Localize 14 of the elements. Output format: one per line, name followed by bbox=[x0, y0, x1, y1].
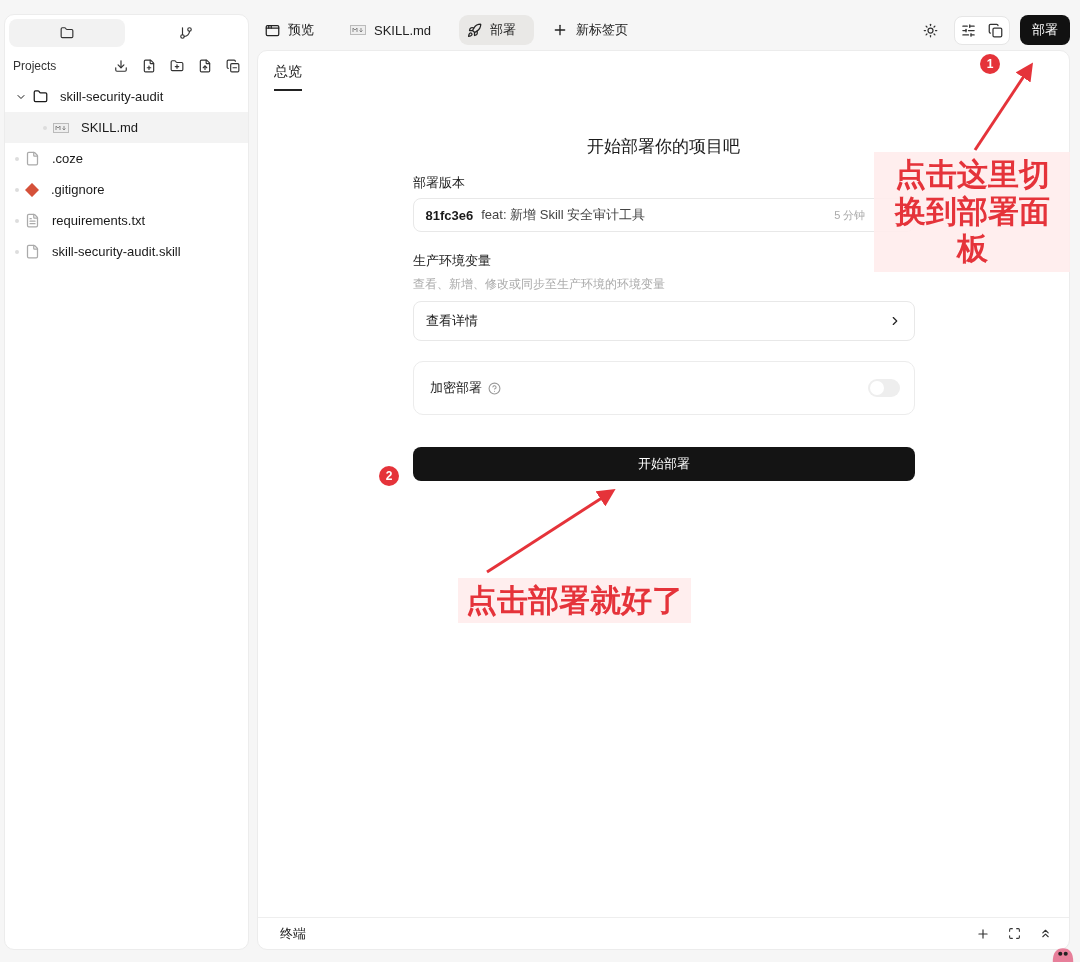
projects-title: Projects bbox=[13, 59, 58, 73]
annotation-tooltip: 点击这里切换到部署面板 bbox=[874, 152, 1070, 272]
file-name: SKILL.md bbox=[81, 120, 139, 135]
file-name: skill-security-audit.skill bbox=[52, 244, 181, 259]
file-name: skill-security-audit bbox=[60, 89, 164, 104]
panel-heading: 开始部署你的项目吧 bbox=[586, 136, 741, 158]
env-label: 生产环境变量 bbox=[412, 252, 492, 270]
annotation-tooltip: 点击部署就好了 bbox=[458, 578, 691, 624]
env-hint: 查看、新增、修改或同步至生产环境的环境变量 bbox=[412, 276, 666, 293]
file-name: .gitignore bbox=[51, 182, 105, 197]
version-label: 部署版本 bbox=[412, 174, 466, 192]
file-name: requirements.txt bbox=[52, 213, 146, 228]
file-name: .coze bbox=[52, 151, 84, 166]
encrypt-label: 加密部署 bbox=[429, 379, 482, 397]
